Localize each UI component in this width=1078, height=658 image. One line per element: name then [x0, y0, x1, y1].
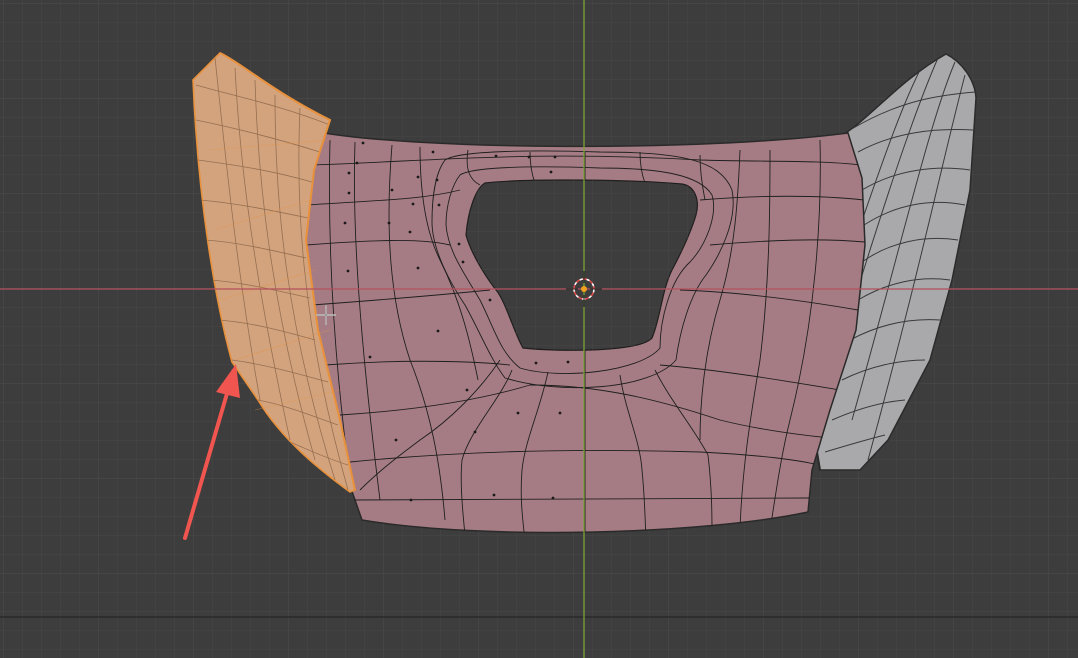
3d-viewport[interactable] [0, 0, 1078, 658]
